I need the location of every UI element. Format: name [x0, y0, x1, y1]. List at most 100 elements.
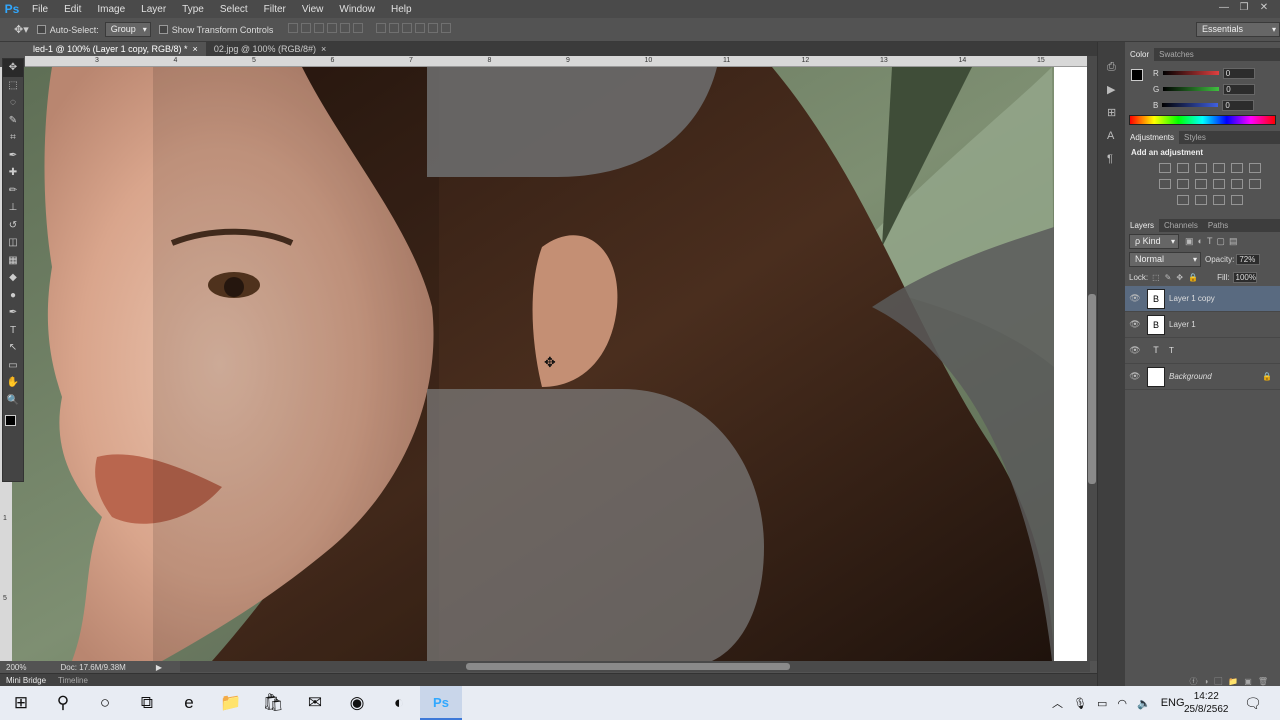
invert-icon[interactable]: [1249, 179, 1261, 189]
black-white-icon[interactable]: [1177, 179, 1189, 189]
quick-select-tool-icon[interactable]: ✎: [3, 112, 23, 130]
tab-color[interactable]: Color: [1125, 48, 1155, 61]
task-view-icon[interactable]: ⧉: [126, 686, 168, 720]
healing-brush-icon[interactable]: ✚: [3, 164, 23, 182]
vertical-scroll-thumb[interactable]: [1088, 294, 1096, 484]
character-icon[interactable]: A: [1107, 125, 1125, 148]
channel-value-input[interactable]: 0: [1222, 67, 1255, 79]
channel-slider[interactable]: [1162, 71, 1219, 75]
crop-tool-icon[interactable]: ⌗: [3, 129, 23, 147]
show-hidden-icons-icon[interactable]: ︿: [1052, 695, 1063, 711]
selective-color-icon[interactable]: [1231, 195, 1243, 205]
vibrance-icon[interactable]: [1231, 163, 1243, 173]
align-left-icon[interactable]: [327, 23, 338, 33]
paragraph-icon[interactable]: ¶: [1107, 148, 1125, 171]
cortana-icon[interactable]: ○: [84, 686, 126, 720]
document-tab[interactable]: 02.jpg @ 100% (RGB/8#) ×: [206, 42, 334, 56]
distribute-top-icon[interactable]: [376, 23, 387, 33]
align-top-icon[interactable]: [288, 23, 299, 33]
channel-slider[interactable]: [1162, 103, 1219, 107]
restore-button[interactable]: ❐: [1236, 2, 1252, 14]
edge-icon[interactable]: e: [168, 686, 210, 720]
filter-type-icons[interactable]: ▣◐T▢▤: [1185, 236, 1241, 247]
actions-icon[interactable]: ▶: [1107, 79, 1125, 102]
layer-name[interactable]: T: [1169, 346, 1174, 355]
horizontal-scroll-thumb[interactable]: [466, 663, 790, 670]
exposure-icon[interactable]: [1213, 163, 1225, 173]
tab-channels[interactable]: Channels: [1159, 221, 1203, 230]
menu-file[interactable]: File: [24, 4, 56, 15]
horizontal-scrollbar[interactable]: [180, 661, 1090, 672]
menu-filter[interactable]: Filter: [256, 4, 294, 15]
blur-tool-icon[interactable]: ◆: [3, 269, 23, 287]
levels-icon[interactable]: [1177, 163, 1189, 173]
tab-styles[interactable]: Styles: [1179, 133, 1211, 142]
layer-footer-icons[interactable]: ⓕ◑▢📁▣🗑: [1125, 676, 1280, 686]
menu-edit[interactable]: Edit: [56, 4, 89, 15]
brush-tool-icon[interactable]: ✏: [3, 182, 23, 200]
threshold-icon[interactable]: [1195, 195, 1207, 205]
volume-icon[interactable]: 🔈: [1137, 697, 1151, 710]
layer-row[interactable]: 👁 Background 🔒: [1125, 364, 1280, 390]
search-icon[interactable]: ⚲: [42, 686, 84, 720]
eraser-tool-icon[interactable]: ◫: [3, 234, 23, 252]
distribute-left-icon[interactable]: [415, 23, 426, 33]
shape-tool-icon[interactable]: ▭: [3, 357, 23, 375]
lasso-tool-icon[interactable]: ◌: [3, 94, 23, 112]
dodge-tool-icon[interactable]: ●: [3, 287, 23, 305]
tab-paths[interactable]: Paths: [1203, 221, 1233, 230]
history-icon[interactable]: ⎙: [1107, 56, 1125, 79]
close-window-button[interactable]: ✕: [1256, 2, 1272, 14]
channel-mixer-icon[interactable]: [1213, 179, 1225, 189]
lock-icons[interactable]: ⬚✎✥🔒: [1152, 273, 1203, 282]
layer-name[interactable]: Layer 1 copy: [1169, 294, 1215, 303]
mail-icon[interactable]: ✉: [294, 686, 336, 720]
auto-select-dropdown[interactable]: Group: [104, 22, 151, 37]
tab-adjustments[interactable]: Adjustments: [1125, 131, 1180, 144]
align-vcenter-icon[interactable]: [301, 23, 312, 33]
marquee-tool-icon[interactable]: ⬚: [3, 77, 23, 95]
layer-row[interactable]: 👁 B Layer 1 copy: [1125, 286, 1280, 312]
microphone-icon[interactable]: 🎙: [1073, 697, 1087, 710]
fill-input[interactable]: 100%: [1232, 271, 1257, 283]
path-select-icon[interactable]: ↖: [3, 339, 23, 357]
clone-stamp-icon[interactable]: ⊥: [3, 199, 23, 217]
store-icon[interactable]: 🛍: [252, 686, 294, 720]
color-lookup-icon[interactable]: [1231, 179, 1243, 189]
tab-timeline[interactable]: Timeline: [52, 676, 94, 685]
align-hcenter-icon[interactable]: [340, 23, 351, 33]
vertical-scrollbar[interactable]: [1087, 56, 1097, 661]
align-bottom-icon[interactable]: [314, 23, 325, 33]
gradient-tool-icon[interactable]: ▦: [3, 252, 23, 270]
file-explorer-icon[interactable]: 📁: [210, 686, 252, 720]
battery-icon[interactable]: ▭: [1097, 697, 1107, 710]
visibility-eye-icon[interactable]: 👁: [1125, 319, 1145, 330]
wifi-icon[interactable]: ◠: [1117, 697, 1127, 710]
history-brush-icon[interactable]: ↺: [3, 217, 23, 235]
blend-mode-dropdown[interactable]: Normal: [1129, 251, 1201, 267]
channel-slider[interactable]: [1163, 87, 1220, 91]
channel-value-input[interactable]: 0: [1222, 99, 1255, 111]
opacity-input[interactable]: 72%: [1236, 253, 1261, 265]
start-button[interactable]: ⊞: [0, 686, 42, 720]
workspace-dropdown[interactable]: Essentials: [1196, 22, 1280, 37]
tab-swatches[interactable]: Swatches: [1154, 50, 1199, 59]
move-tool-icon[interactable]: ✥: [3, 59, 23, 77]
eyedropper-tool-icon[interactable]: ✒: [3, 147, 23, 165]
menu-type[interactable]: Type: [174, 4, 212, 15]
tab-layers[interactable]: Layers: [1125, 219, 1160, 232]
curves-icon[interactable]: [1195, 163, 1207, 173]
layer-row[interactable]: 👁 T T: [1125, 338, 1280, 364]
hue-saturation-icon[interactable]: [1249, 163, 1261, 173]
close-tab-icon[interactable]: ×: [321, 42, 326, 56]
pen-tool-icon[interactable]: ✒: [3, 304, 23, 322]
app-icon[interactable]: ◐: [378, 686, 420, 720]
minimize-button[interactable]: —: [1216, 2, 1232, 14]
document-canvas[interactable]: ✥: [12, 67, 1087, 661]
brightness-icon[interactable]: [1159, 163, 1171, 173]
layer-row[interactable]: 👁 B Layer 1: [1125, 312, 1280, 338]
zoom-tool-icon[interactable]: 🔍: [3, 392, 23, 410]
color-balance-icon[interactable]: [1159, 179, 1171, 189]
distribute-vcenter-icon[interactable]: [389, 23, 400, 33]
tab-mini-bridge[interactable]: Mini Bridge: [0, 676, 52, 685]
